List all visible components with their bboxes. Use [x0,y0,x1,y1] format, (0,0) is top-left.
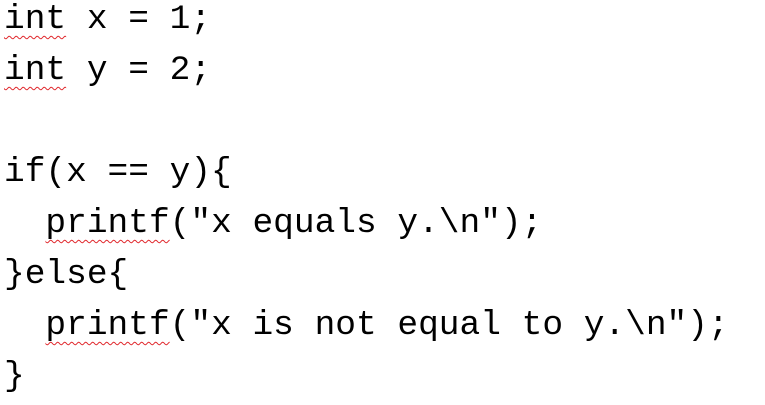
code-document[interactable]: int x = 1; int y = 2; if(x == y){ printf("… [4,0,729,402]
misspelled-word[interactable]: int [4,0,66,39]
misspelled-word[interactable]: int [4,51,66,90]
code-line: if(x == y){ [4,147,729,198]
code-line: int y = 2; [4,45,729,96]
code-text: if(x == y){ [4,153,232,192]
code-text: ("x equals y.\n"); [169,204,543,243]
misspelled-word[interactable]: printf [45,204,169,243]
code-text: } [4,357,25,396]
code-line: } [4,351,729,402]
code-line: printf("x equals y.\n"); [4,198,729,249]
code-text: y = 2; [66,51,212,90]
code-text: }else{ [4,255,129,294]
misspelled-word[interactable]: printf [45,306,169,345]
code-text: ("x is not equal to y.\n"); [169,306,729,345]
code-line: printf("x is not equal to y.\n"); [4,300,729,351]
code-line: int x = 1; [4,0,729,45]
code-line: }else{ [4,249,729,300]
code-text: x = 1; [66,0,212,39]
